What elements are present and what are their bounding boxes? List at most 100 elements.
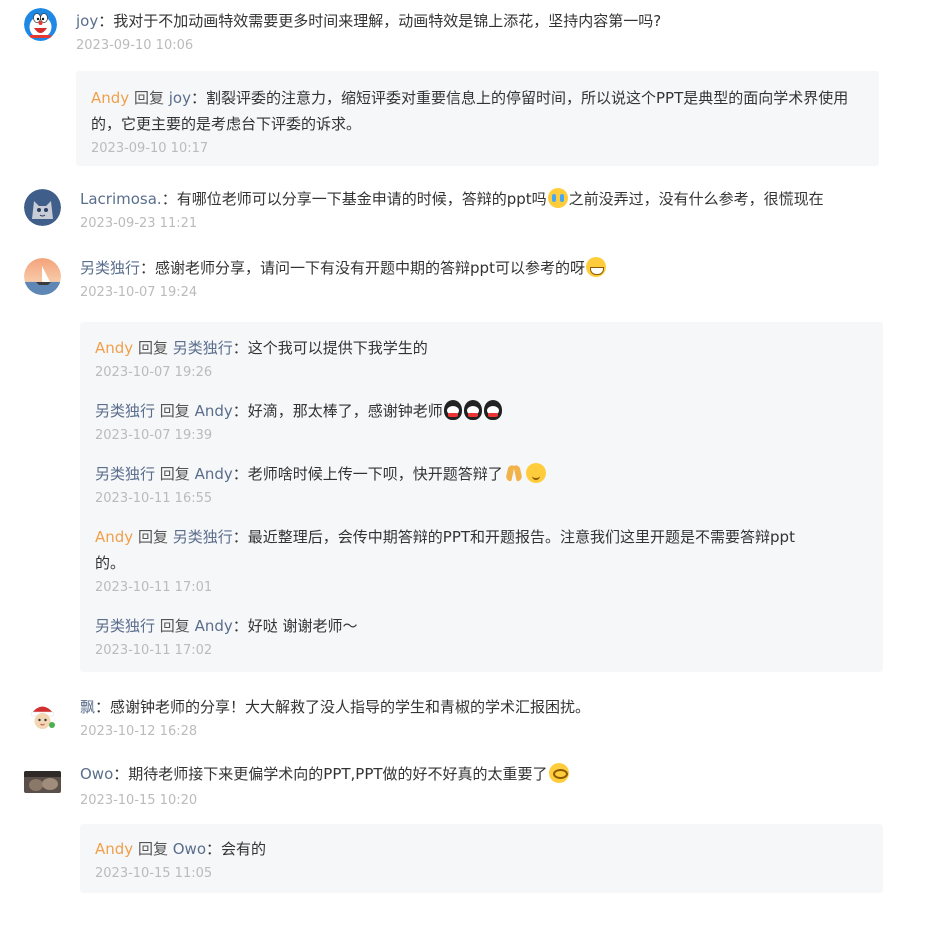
reply-time: 2023-10-11 17:02 <box>95 643 213 658</box>
reply-from-user[interactable]: Andy <box>95 840 133 858</box>
dizzy-face-emoji-icon <box>548 763 569 783</box>
reply-time: 2023-10-07 19:39 <box>95 428 213 443</box>
reply-content: 另类独行 回复 Andy：好滴，那太棒了，感谢钟老师 <box>95 398 868 424</box>
comment-username[interactable]: joy <box>76 12 98 30</box>
reply-item: Andy 回复 另类独行：最近整理后，会传中期答辩的PPT和开题报告。注意我们这… <box>95 524 868 597</box>
comment-text: 期待老师接下来更偏学术向的PPT,PPT做的好不好真的太重要了 <box>128 765 548 783</box>
reply-content: 另类独行 回复 Andy：好哒 谢谢老师～ <box>95 613 868 639</box>
reply-content: Andy 回复 joy：割裂评委的注意力，缩短评委对重要信息上的停留时间，所以说… <box>91 85 864 137</box>
reply-to-user[interactable]: Owo <box>173 840 206 858</box>
reply-list: Andy 回复 另类独行：这个我可以提供下我学生的 2023-10-07 19:… <box>80 322 883 672</box>
reply-text: 老师啥时候上传一下呗，快开题答辩了 <box>247 465 503 483</box>
comment-username[interactable]: 飘 <box>80 698 95 716</box>
reply-from-user[interactable]: 另类独行 <box>95 617 155 635</box>
reply-from-user[interactable]: 另类独行 <box>95 465 155 483</box>
christmas-girl-avatar[interactable] <box>24 697 61 734</box>
qq-penguin-emoji-icon <box>443 400 462 420</box>
separator: ： <box>206 840 222 858</box>
separator: ： <box>113 765 129 783</box>
reply-keyword: 回复 <box>159 465 190 483</box>
comment-time: 2023-10-07 19:24 <box>80 285 198 300</box>
reply-item: Andy 回复 Owo：会有的 2023-10-15 11:05 <box>95 836 868 883</box>
comment-time: 2023-09-23 11:21 <box>80 216 198 231</box>
comment-item: joy：我对于不加动画特效需要更多时间来理解，动画特效是锦上添花，坚持内容第一吗… <box>24 8 913 166</box>
reply-keyword: 回复 <box>159 617 190 635</box>
separator: ： <box>161 190 177 208</box>
reply-item: Andy 回复 joy：割裂评委的注意力，缩短评委对重要信息上的停留时间，所以说… <box>91 85 864 158</box>
grinning-emoji-icon <box>585 257 606 277</box>
reply-from-user[interactable]: Andy <box>95 528 133 546</box>
reply-text: 这个我可以提供下我学生的 <box>247 339 428 357</box>
reply-list: Andy 回复 Owo：会有的 2023-10-15 11:05 <box>80 824 883 893</box>
comment-username[interactable]: 另类独行 <box>80 259 140 277</box>
reply-item: 另类独行 回复 Andy：老师啥时候上传一下呗，快开题答辩了 2023-10-1… <box>95 461 868 508</box>
qq-penguin-emoji-icon <box>463 400 482 420</box>
reply-time: 2023-10-11 16:55 <box>95 491 213 506</box>
sunset-boat-avatar[interactable] <box>24 258 61 295</box>
comment-content: joy：我对于不加动画特效需要更多时间来理解，动画特效是锦上添花，坚持内容第一吗… <box>76 8 913 34</box>
reply-keyword: 回复 <box>137 528 168 546</box>
reply-keyword: 回复 <box>137 339 168 357</box>
separator: ： <box>232 465 248 483</box>
comment-item: Owo：期待老师接下来更偏学术向的PPT,PPT做的好不好真的太重要了 2023… <box>24 761 913 893</box>
praying-hands-emoji-icon <box>504 463 524 483</box>
comment-text: 之前没弄过，没有什么参考，很慌现在 <box>568 190 824 208</box>
reply-time: 2023-10-11 17:01 <box>95 580 213 595</box>
loudly-crying-emoji-icon <box>547 188 568 208</box>
reply-from-user[interactable]: 另类独行 <box>95 402 155 420</box>
comment-content: Lacrimosa.：有哪位老师可以分享一下基金申请的时候，答辩的ppt吗 之前没… <box>80 186 913 212</box>
reply-from-user[interactable]: Andy <box>95 339 133 357</box>
reply-to-user[interactable]: joy <box>169 89 191 107</box>
reply-time: 2023-10-15 11:05 <box>95 866 213 881</box>
comment-time: 2023-10-15 10:20 <box>80 793 198 808</box>
reply-text: 好滴，那太棒了，感谢钟老师 <box>247 402 443 420</box>
doraemon-avatar[interactable] <box>24 8 57 41</box>
smiling-face-emoji-icon <box>525 463 546 483</box>
reply-time: 2023-10-07 19:26 <box>95 365 213 380</box>
reply-text: 的。 <box>95 554 126 572</box>
reply-item: 另类独行 回复 Andy：好滴，那太棒了，感谢钟老师 2023-10-07 19… <box>95 398 868 445</box>
reply-content: 另类独行 回复 Andy：老师啥时候上传一下呗，快开题答辩了 <box>95 461 868 487</box>
comment-text: 有哪位老师可以分享一下基金申请的时候，答辩的ppt吗 <box>176 190 547 208</box>
separator: ： <box>190 89 206 107</box>
reply-keyword: 回复 <box>133 89 164 107</box>
comment-item: 飘：感谢钟老师的分享！大大解救了没人指导的学生和青椒的学术汇报困扰。 2023-… <box>24 694 913 741</box>
comment-list: joy：我对于不加动画特效需要更多时间来理解，动画特效是锦上添花，坚持内容第一吗… <box>0 0 937 893</box>
comment-item: Lacrimosa.：有哪位老师可以分享一下基金申请的时候，答辩的ppt吗 之前没… <box>24 186 913 233</box>
reply-item: Andy 回复 另类独行：这个我可以提供下我学生的 2023-10-07 19:… <box>95 335 868 382</box>
reply-item: 另类独行 回复 Andy：好哒 谢谢老师～ 2023-10-11 17:02 <box>95 613 868 660</box>
reply-to-user[interactable]: Andy <box>195 617 233 635</box>
cat-avatar[interactable] <box>24 189 61 226</box>
separator: ： <box>95 698 111 716</box>
reply-text: 会有的 <box>221 840 267 858</box>
separator: ： <box>140 259 156 277</box>
reply-list: Andy 回复 joy：割裂评委的注意力，缩短评委对重要信息上的停留时间，所以说… <box>76 71 879 166</box>
reply-text: 最近整理后，会传中期答辩的PPT和开题报告。注意我们这里开题是不需要答辩ppt <box>247 528 795 546</box>
reply-to-user[interactable]: 另类独行 <box>173 528 233 546</box>
comment-time: 2023-10-12 16:28 <box>80 724 198 739</box>
separator: ： <box>232 528 248 546</box>
reply-to-user[interactable]: 另类独行 <box>173 339 233 357</box>
comment-username[interactable]: Lacrimosa. <box>80 190 162 208</box>
reply-content: Andy 回复 Owo：会有的 <box>95 836 868 862</box>
comment-text: 我对于不加动画特效需要更多时间来理解，动画特效是锦上添花，坚持内容第一吗? <box>113 12 662 30</box>
separator: ： <box>232 402 248 420</box>
reply-to-user[interactable]: Andy <box>195 465 233 483</box>
comment-content: 另类独行：感谢老师分享，请问一下有没有开题中期的答辩ppt可以参考的呀 <box>80 255 913 281</box>
reply-keyword: 回复 <box>159 402 190 420</box>
separator: ： <box>232 339 248 357</box>
comment-item: 另类独行：感谢老师分享，请问一下有没有开题中期的答辩ppt可以参考的呀 2023… <box>24 255 913 672</box>
reply-to-user[interactable]: Andy <box>195 402 233 420</box>
separator: ： <box>232 617 248 635</box>
comment-username[interactable]: Owo <box>80 765 113 783</box>
comment-text: 感谢钟老师的分享！大大解救了没人指导的学生和青椒的学术汇报困扰。 <box>110 698 591 716</box>
reply-content: Andy 回复 另类独行：最近整理后，会传中期答辩的PPT和开题报告。注意我们这… <box>95 524 868 576</box>
separator: ： <box>98 12 114 30</box>
photo-avatar[interactable] <box>24 771 61 793</box>
qq-penguin-emoji-icon <box>483 400 502 420</box>
reply-text: 好哒 谢谢老师～ <box>247 617 358 635</box>
reply-from-user[interactable]: Andy <box>91 89 129 107</box>
comment-content: Owo：期待老师接下来更偏学术向的PPT,PPT做的好不好真的太重要了 <box>80 761 913 787</box>
comment-text: 感谢老师分享，请问一下有没有开题中期的答辩ppt可以参考的呀 <box>155 259 585 277</box>
comment-content: 飘：感谢钟老师的分享！大大解救了没人指导的学生和青椒的学术汇报困扰。 <box>80 694 913 720</box>
